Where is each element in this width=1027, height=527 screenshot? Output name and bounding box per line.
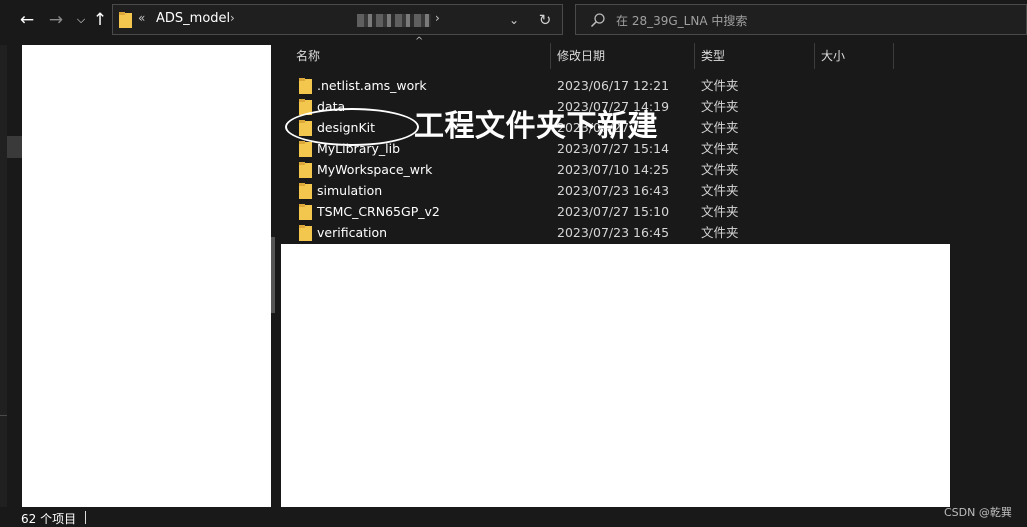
status-divider xyxy=(85,511,86,524)
file-date: 2023/06/17 12:21 xyxy=(557,78,670,93)
column-divider[interactable] xyxy=(893,43,894,69)
search-icon xyxy=(590,13,605,28)
watermark: CSDN @乾巽 xyxy=(944,506,1012,519)
file-name: TSMC_CRN65GP_v2 xyxy=(317,204,440,219)
file-date: 2023/07/10 14:25 xyxy=(557,162,670,177)
file-type: 文件夹 xyxy=(701,162,739,177)
folder-icon xyxy=(299,141,312,157)
column-divider[interactable] xyxy=(550,43,551,69)
sort-ascending-icon: ^ xyxy=(415,36,424,47)
file-type: 文件夹 xyxy=(701,183,739,198)
address-bar[interactable]: « ADS_model › › ⌄ ↻ xyxy=(112,4,563,35)
file-type: 文件夹 xyxy=(701,120,739,135)
file-type: 文件夹 xyxy=(701,225,739,240)
file-date: 2023/07/23 16:43 xyxy=(557,183,670,198)
file-date: 2023/07/27 15:10 xyxy=(557,204,670,219)
folder-icon xyxy=(299,225,312,241)
address-history-dropdown[interactable]: ⌄ xyxy=(504,10,524,30)
file-type: 文件夹 xyxy=(701,78,739,93)
column-divider[interactable] xyxy=(694,43,695,69)
back-arrow-icon[interactable]: ← xyxy=(16,9,38,31)
list-item[interactable]: MyWorkspace_wrk 2023/07/10 14:25 文件夹 xyxy=(281,159,1001,180)
file-name: simulation xyxy=(317,183,383,198)
column-header-size[interactable]: 大小 xyxy=(821,44,845,68)
nav-pane-scrollbar[interactable] xyxy=(271,237,275,313)
navigation-toolbar: ← → ⌵ ↑ « ADS_model › › ⌄ ↻ 在 28_39G_LNA… xyxy=(0,0,1027,40)
navigation-pane-redacted[interactable] xyxy=(22,45,271,507)
status-bar: 62 个项目 xyxy=(0,507,1027,527)
file-date: 2023/07/23 16:45 xyxy=(557,225,670,240)
list-item[interactable]: verification 2023/07/23 16:45 文件夹 xyxy=(281,222,1001,243)
file-type: 文件夹 xyxy=(701,99,739,114)
redacted-content-area xyxy=(281,244,950,512)
file-name: verification xyxy=(317,225,388,240)
file-name: .netlist.ams_work xyxy=(317,78,427,93)
up-arrow-icon[interactable]: ↑ xyxy=(89,9,111,31)
annotation-label: 工程文件夹下新建 xyxy=(414,109,658,144)
address-overflow[interactable]: « xyxy=(138,11,145,25)
list-item[interactable]: simulation 2023/07/23 16:43 文件夹 xyxy=(281,180,1001,201)
annotation-ellipse xyxy=(285,108,419,146)
search-input[interactable]: 在 28_39G_LNA 中搜索 xyxy=(575,4,1027,35)
breadcrumb-separator-end[interactable]: › xyxy=(435,11,440,25)
folder-icon xyxy=(299,162,312,178)
list-item[interactable]: TSMC_CRN65GP_v2 2023/07/27 15:10 文件夹 xyxy=(281,201,1001,222)
search-placeholder: 在 28_39G_LNA 中搜索 xyxy=(616,14,748,28)
column-divider[interactable] xyxy=(814,43,815,69)
nav-pane-selection-mark xyxy=(7,136,22,158)
item-count: 62 个项目 xyxy=(21,512,77,526)
folder-icon xyxy=(299,78,312,94)
file-type: 文件夹 xyxy=(701,141,739,156)
breadcrumb-ads-model[interactable]: ADS_model xyxy=(156,11,230,26)
redacted-breadcrumb xyxy=(357,14,431,27)
folder-icon xyxy=(299,204,312,220)
folder-icon xyxy=(299,183,312,199)
column-header-name[interactable]: 名称 xyxy=(296,44,320,68)
list-item[interactable]: .netlist.ams_work 2023/06/17 12:21 文件夹 xyxy=(281,75,1001,96)
file-type: 文件夹 xyxy=(701,204,739,219)
column-header-type[interactable]: 类型 xyxy=(701,44,725,68)
column-header-date[interactable]: 修改日期 xyxy=(557,44,605,68)
file-name: MyWorkspace_wrk xyxy=(317,162,433,177)
nav-pane-divider xyxy=(0,415,7,455)
refresh-icon[interactable]: ↻ xyxy=(535,10,555,30)
folder-icon xyxy=(119,12,132,28)
forward-arrow-icon[interactable]: → xyxy=(45,9,67,31)
breadcrumb-separator[interactable]: › xyxy=(230,11,235,25)
